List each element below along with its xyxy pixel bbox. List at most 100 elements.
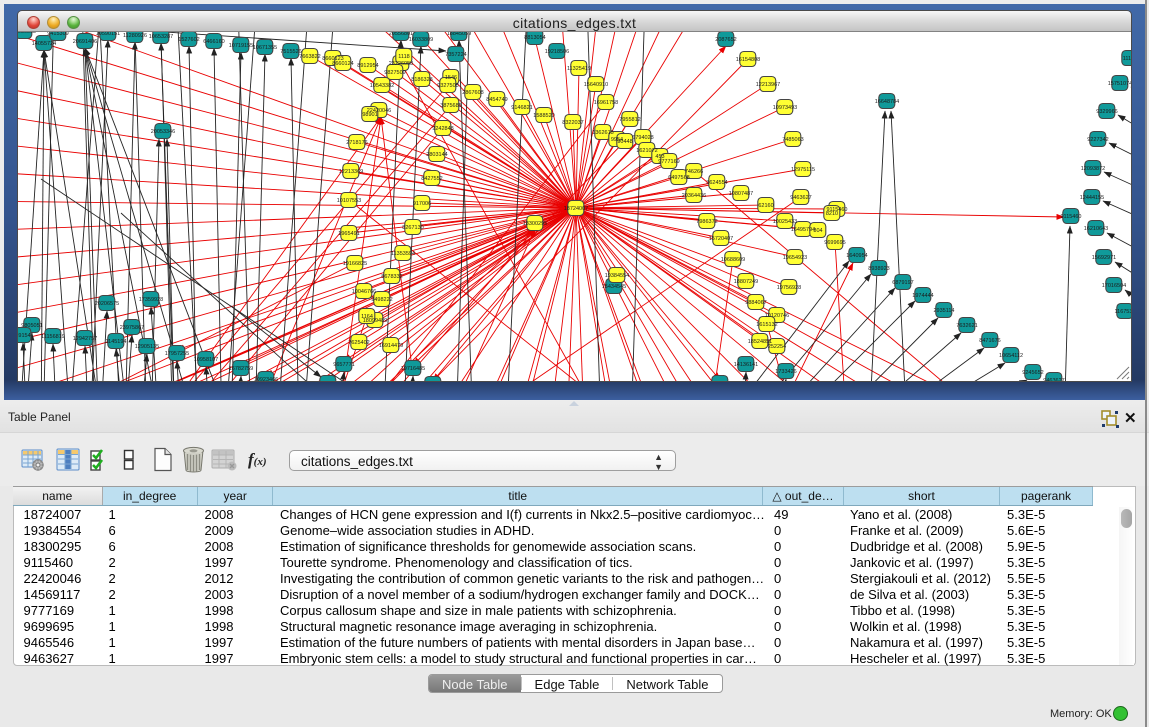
svg-text:10107553: 10107553 bbox=[337, 198, 361, 204]
svg-text:1164: 1164 bbox=[361, 314, 373, 320]
svg-text:20206575: 20206575 bbox=[95, 301, 119, 307]
svg-text:23226058: 23226058 bbox=[389, 61, 413, 67]
svg-text:62160: 62160 bbox=[758, 203, 773, 209]
svg-text:18724007: 18724007 bbox=[564, 206, 588, 212]
svg-text:6879197: 6879197 bbox=[892, 280, 913, 286]
svg-text:10120746: 10120746 bbox=[765, 313, 789, 319]
svg-text:7955812: 7955812 bbox=[619, 117, 640, 123]
svg-text:10654112: 10654112 bbox=[999, 353, 1023, 359]
svg-text:12905135: 12905135 bbox=[135, 344, 159, 350]
svg-text:1362615: 1362615 bbox=[592, 130, 613, 136]
svg-text:9699695: 9699695 bbox=[824, 240, 845, 246]
svg-text:8267130: 8267130 bbox=[402, 225, 423, 231]
svg-text:6466160: 6466160 bbox=[203, 39, 224, 45]
svg-text:20053346: 20053346 bbox=[151, 129, 175, 135]
svg-text:1588520: 1588520 bbox=[533, 113, 554, 119]
svg-text:1546: 1546 bbox=[445, 75, 457, 81]
svg-text:16961758: 16961758 bbox=[594, 100, 618, 106]
svg-text:15434545: 15434545 bbox=[602, 284, 626, 290]
svg-text:1527602: 1527602 bbox=[178, 37, 199, 43]
svg-text:8322037: 8322037 bbox=[562, 120, 583, 126]
svg-text:935011: 935011 bbox=[319, 381, 337, 382]
svg-text:15751074: 15751074 bbox=[1108, 81, 1131, 87]
svg-text:1965491: 1965491 bbox=[338, 231, 359, 237]
svg-text:746266: 746266 bbox=[685, 169, 703, 175]
svg-text:10973493: 10973493 bbox=[773, 105, 797, 111]
svg-text:11156819: 11156819 bbox=[41, 334, 65, 340]
svg-text:7357224: 7357224 bbox=[445, 52, 466, 58]
svg-text:9245652: 9245652 bbox=[1022, 370, 1043, 376]
svg-text:11353594: 11353594 bbox=[391, 251, 415, 257]
svg-text:20691406: 20691406 bbox=[73, 39, 97, 45]
svg-text:7632621: 7632621 bbox=[956, 323, 977, 329]
svg-text:12093872: 12093872 bbox=[1081, 166, 1105, 172]
svg-text:10025433: 10025433 bbox=[773, 219, 797, 225]
svg-text:917006: 917006 bbox=[413, 201, 431, 207]
svg-text:9777169: 9777169 bbox=[658, 159, 679, 165]
svg-text:10653287: 10653287 bbox=[149, 34, 173, 40]
svg-text:16648784: 16648784 bbox=[875, 99, 899, 105]
svg-text:8813054: 8813054 bbox=[524, 35, 545, 41]
svg-text:16495794: 16495794 bbox=[791, 227, 815, 233]
svg-text:8660124: 8660124 bbox=[332, 61, 353, 67]
svg-text:3875685: 3875685 bbox=[440, 103, 461, 109]
svg-text:8938923: 8938923 bbox=[868, 266, 889, 272]
svg-text:9327508: 9327508 bbox=[437, 83, 458, 89]
svg-text:39154: 39154 bbox=[18, 333, 31, 339]
svg-text:9805051: 9805051 bbox=[21, 323, 42, 329]
svg-text:2087652: 2087652 bbox=[715, 37, 736, 43]
svg-text:1145194: 1145194 bbox=[105, 339, 126, 345]
svg-text:2935114: 2935114 bbox=[933, 308, 954, 314]
svg-text:9463627: 9463627 bbox=[1043, 378, 1064, 382]
svg-text:1167533: 1167533 bbox=[1114, 309, 1131, 315]
svg-text:10046766: 10046766 bbox=[352, 289, 376, 295]
svg-text:8471676: 8471676 bbox=[979, 338, 1000, 344]
svg-text:9329966: 9329966 bbox=[1096, 109, 1117, 115]
svg-text:1640954: 1640954 bbox=[846, 253, 867, 259]
svg-text:8912954: 8912954 bbox=[357, 63, 378, 69]
svg-text:10590151: 10590151 bbox=[96, 32, 120, 37]
svg-text:19654923: 19654923 bbox=[783, 255, 807, 261]
svg-text:1974444: 1974444 bbox=[912, 293, 933, 299]
svg-text:11280926: 11280926 bbox=[123, 33, 147, 39]
svg-text:12030502: 12030502 bbox=[18, 32, 36, 35]
svg-text:16033809: 16033809 bbox=[409, 37, 433, 43]
svg-text:20364436: 20364436 bbox=[682, 193, 706, 199]
svg-text:9415309: 9415309 bbox=[47, 32, 68, 37]
svg-text:252254: 252254 bbox=[768, 344, 786, 350]
svg-text:1118: 1118 bbox=[398, 54, 409, 60]
svg-text:9827509: 9827509 bbox=[384, 70, 405, 76]
svg-text:19166825: 19166825 bbox=[343, 261, 367, 267]
svg-text:9242848: 9242848 bbox=[432, 126, 453, 132]
svg-text:2803144: 2803144 bbox=[426, 152, 447, 158]
svg-text:10719155: 10719155 bbox=[229, 43, 253, 49]
svg-text:10671355: 10671355 bbox=[253, 45, 277, 51]
svg-text:10543382: 10543382 bbox=[370, 83, 394, 89]
svg-text:19384554: 19384554 bbox=[605, 273, 629, 279]
svg-text:15692971: 15692971 bbox=[1092, 255, 1116, 261]
svg-text:19716485: 19716485 bbox=[401, 366, 425, 372]
svg-text:12942757: 12942757 bbox=[73, 336, 97, 342]
svg-text:90448: 90448 bbox=[617, 139, 632, 145]
svg-text:7485063: 7485063 bbox=[782, 137, 803, 143]
svg-text:10807487: 10807487 bbox=[729, 191, 753, 197]
svg-text:2867608: 2867608 bbox=[462, 90, 483, 96]
svg-text:18807249: 18807249 bbox=[734, 279, 758, 285]
svg-text:16782759: 16782759 bbox=[229, 366, 253, 372]
svg-text:11122: 11122 bbox=[1123, 56, 1131, 62]
svg-text:16210643: 16210643 bbox=[1084, 226, 1108, 232]
svg-text:10923466: 10923466 bbox=[254, 377, 278, 382]
svg-text:9884067: 9884067 bbox=[745, 300, 766, 306]
svg-text:9146821: 9146821 bbox=[511, 105, 532, 111]
svg-text:19218506: 19218506 bbox=[545, 49, 569, 55]
svg-text:17016504: 17016504 bbox=[1102, 283, 1126, 289]
svg-text:18300295: 18300295 bbox=[523, 221, 547, 227]
svg-text:9657771: 9657771 bbox=[333, 362, 354, 368]
svg-text:10958107: 10958107 bbox=[194, 357, 218, 363]
svg-text:12444155: 12444155 bbox=[1080, 195, 1104, 201]
svg-text:7663822: 7663822 bbox=[299, 54, 320, 60]
svg-text:3624554: 3624554 bbox=[706, 180, 727, 186]
svg-text:1733426: 1733426 bbox=[775, 369, 796, 375]
svg-text:2718176: 2718176 bbox=[346, 140, 367, 146]
svg-text:9498222: 9498222 bbox=[371, 297, 392, 303]
